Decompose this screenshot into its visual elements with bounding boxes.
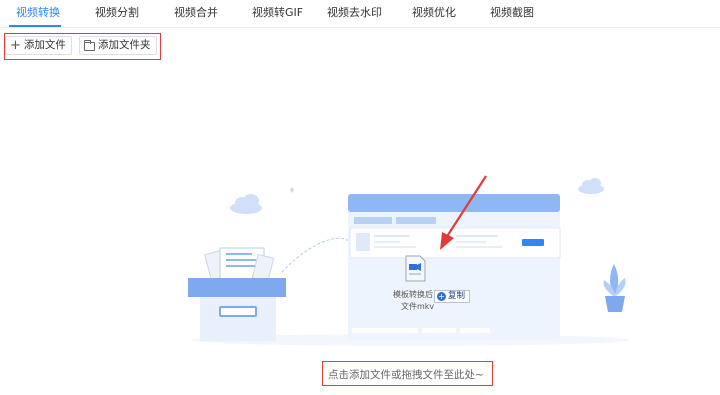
tab-video-screenshot[interactable]: 视频截图 <box>490 4 534 20</box>
drop-hint-text[interactable]: 点击添加文件或拖拽文件至此处~ <box>328 367 484 382</box>
plus-circle-icon: + <box>437 292 446 301</box>
add-folder-button[interactable]: 添加文件夹 <box>79 36 157 55</box>
plus-icon: + <box>10 38 21 53</box>
video-file-icon <box>405 255 426 282</box>
copy-drag-tooltip: + 复制 <box>434 290 471 303</box>
tab-video-to-gif[interactable]: 视频转GIF <box>252 4 303 20</box>
archive-box-icon <box>188 247 286 341</box>
drop-zone-illustration <box>188 175 630 346</box>
dragged-file-name: 模板转换后 <box>393 290 433 299</box>
folder-icon <box>84 39 95 51</box>
drop-zone[interactable] <box>180 172 640 347</box>
cloud-icon <box>230 194 262 214</box>
dragged-file-extension: 文件mkv <box>401 302 435 311</box>
active-tab-indicator <box>9 25 61 27</box>
app-window-illustration <box>348 194 561 340</box>
tab-video-optimize[interactable]: 视频优化 <box>412 4 456 20</box>
add-file-button[interactable]: + 添加文件 <box>5 36 72 55</box>
plant-icon <box>603 264 626 312</box>
add-folder-label: 添加文件夹 <box>98 39 151 51</box>
tab-video-remove-watermark[interactable]: 视频去水印 <box>327 4 382 20</box>
tab-video-convert[interactable]: 视频转换 <box>16 4 60 20</box>
tab-video-split[interactable]: 视频分割 <box>95 4 139 20</box>
add-file-label: 添加文件 <box>23 39 66 51</box>
copy-tooltip-label: 复制 <box>448 291 466 301</box>
tab-video-merge[interactable]: 视频合并 <box>174 4 218 20</box>
